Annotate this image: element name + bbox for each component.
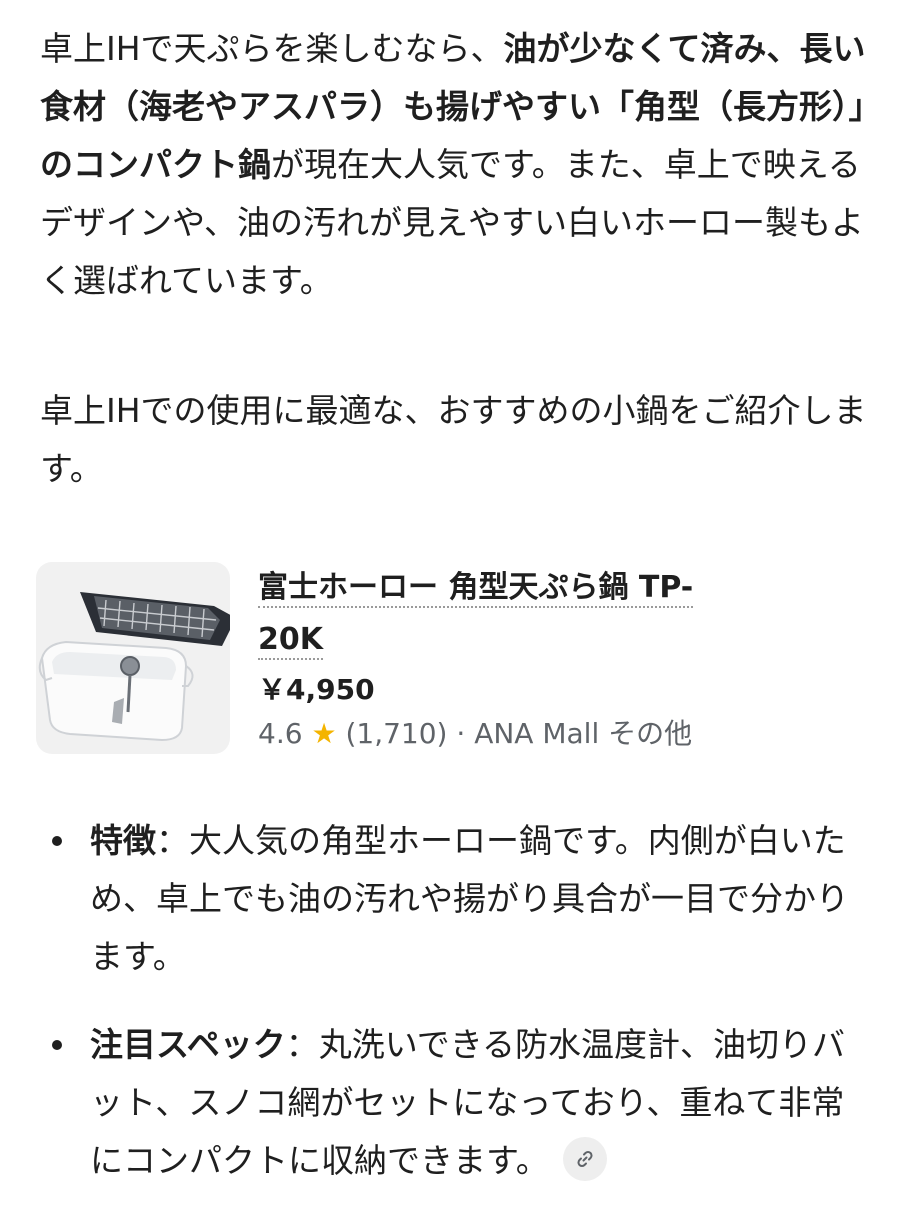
intro-paragraph-1: 卓上IHで天ぷらを楽しむなら、油が少なくて済み、長い食材（海老やアスパラ）も揚げ…: [40, 20, 870, 310]
list-item: 特徴：大人気の角型ホーロー鍋です。内側が白いため、卓上でも油の汚れや揚がり具合が…: [40, 812, 870, 986]
bullet-text: 大人気の角型ホーロー鍋です。内側が白いため、卓上でも油の汚れや揚がり具合が一目で…: [90, 821, 849, 976]
seller-name[interactable]: ANA Mall その他: [474, 717, 692, 750]
product-price: ￥4,950: [258, 673, 375, 706]
intro-paragraph-2: 卓上IHでの使用に最適な、おすすめの小鍋をご紹介します。: [40, 391, 867, 488]
product-title[interactable]: 富士ホーロー 角型天ぷら鍋 TP-20K: [258, 562, 758, 666]
product-card[interactable]: 富士ホーロー 角型天ぷら鍋 TP-20K ￥4,950 4.6 ★ (1,710…: [36, 562, 866, 754]
intro-text-1a: 卓上IHで天ぷらを楽しむなら、: [40, 29, 504, 68]
product-image[interactable]: [36, 562, 230, 754]
link-icon[interactable]: [562, 1136, 607, 1181]
bullet-separator: ：: [156, 821, 189, 860]
bullet-icon: [52, 836, 62, 846]
bullet-label: 注目スペック: [90, 1025, 286, 1064]
star-icon: ★: [311, 717, 337, 750]
review-count: (1,710): [345, 717, 448, 750]
separator-dot: ·: [456, 717, 466, 750]
bullet-icon: [52, 1040, 62, 1050]
bullet-label: 特徴: [90, 821, 156, 860]
product-rating-line: 4.6 ★ (1,710) · ANA Mall その他: [258, 714, 692, 754]
rating-value: 4.6: [258, 717, 303, 750]
bullet-separator: ：: [285, 1025, 319, 1064]
feature-list: 特徴：大人気の角型ホーロー鍋です。内側が白いため、卓上でも油の汚れや揚がり具合が…: [40, 812, 870, 1220]
list-item: 注目スペック：丸洗いできる防水温度計、油切りバット、スノコ網がセットになっており…: [40, 1016, 870, 1190]
